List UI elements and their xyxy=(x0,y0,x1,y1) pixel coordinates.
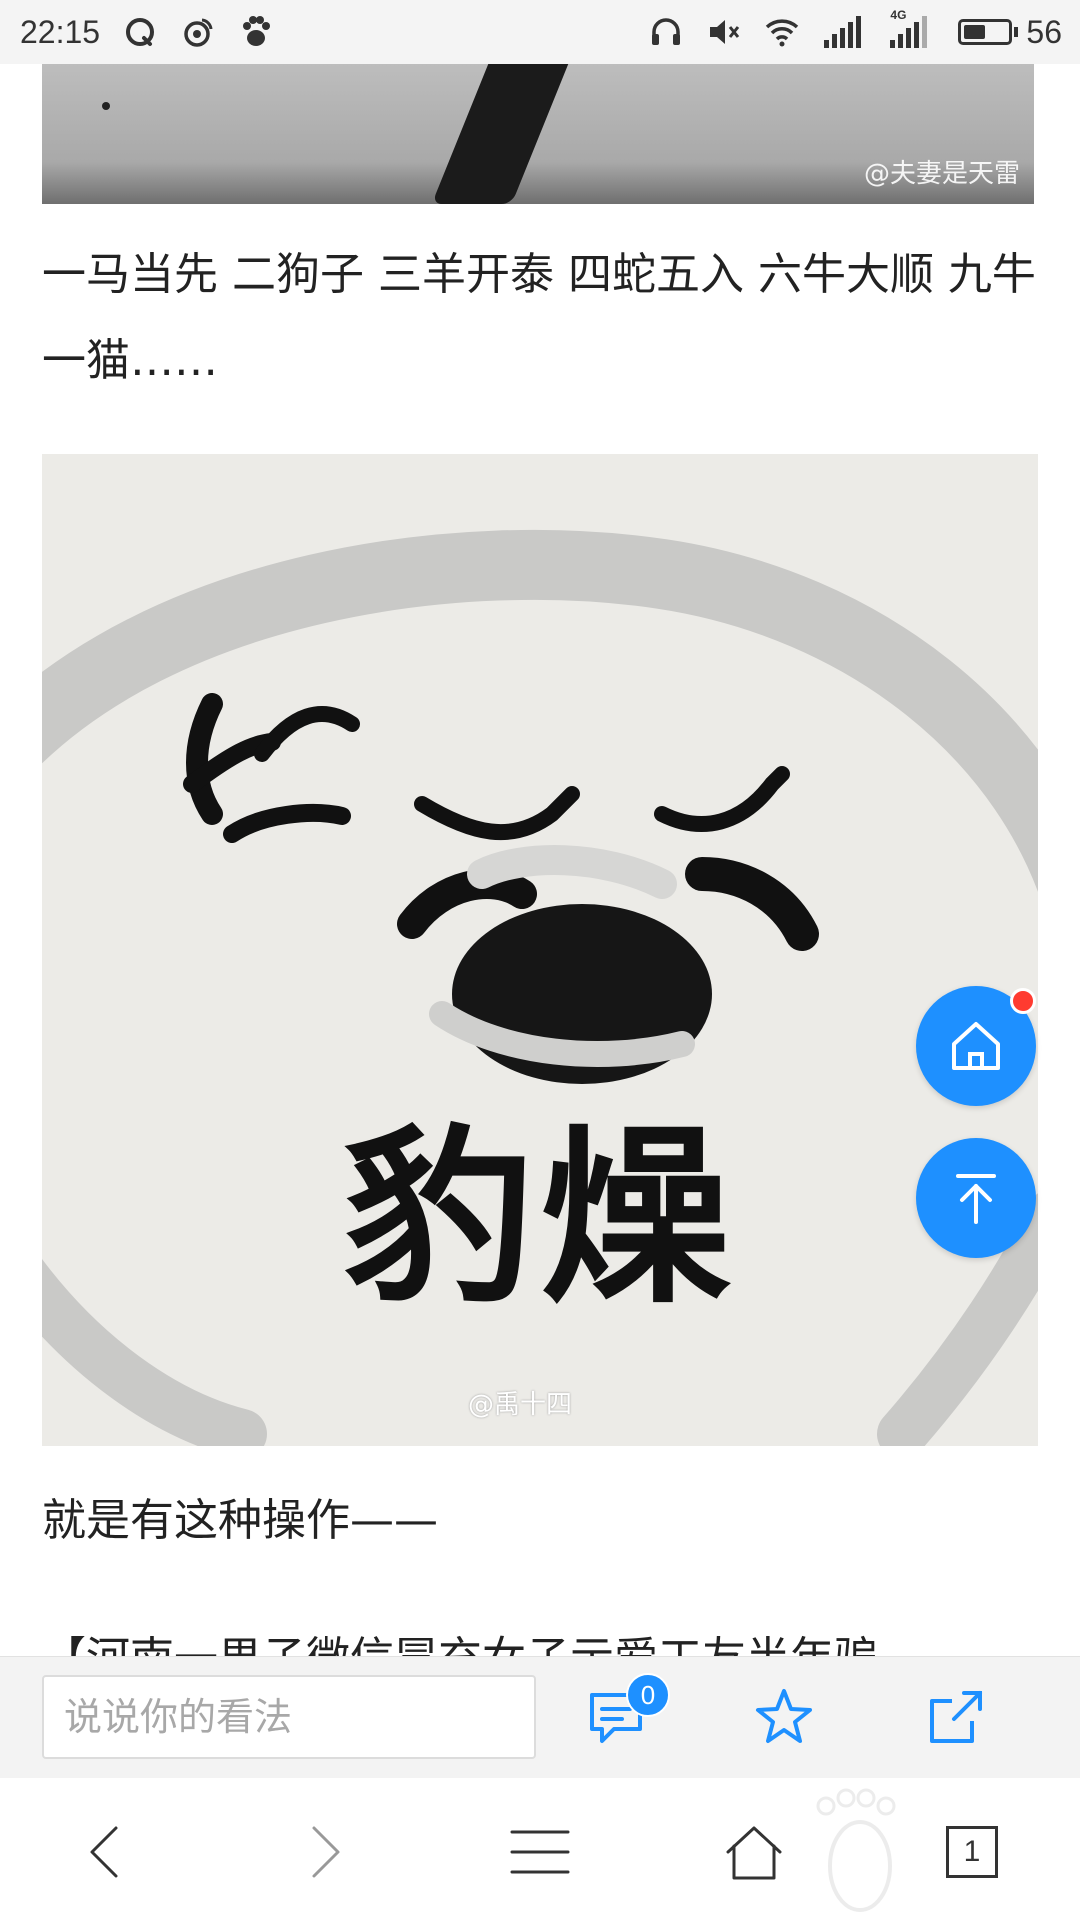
home-icon xyxy=(726,1826,782,1880)
tabs-button[interactable]: 1 xyxy=(932,1812,1012,1892)
image-watermark: @禹十四 xyxy=(468,1390,573,1420)
qq-icon xyxy=(126,18,155,46)
browser-nav-bar: 1 xyxy=(0,1778,1080,1920)
tab-count: 1 xyxy=(963,1835,981,1868)
battery-icon: 56 xyxy=(958,14,1062,51)
comment-count-badge: 0 xyxy=(626,1673,670,1717)
article-heading[interactable]: 【河南一男子微信冒充女子示爱工友半年骗 xyxy=(42,1622,878,1656)
menu-icon xyxy=(510,1830,570,1874)
home-button[interactable] xyxy=(714,1812,794,1892)
image-watermark: @夫妻是天雷 xyxy=(863,159,1020,189)
signal-4g-icon: 4G xyxy=(888,8,936,50)
headphones-icon xyxy=(652,18,681,45)
status-time: 22:15 xyxy=(20,13,101,50)
signal-icon xyxy=(824,16,862,48)
weibo-icon xyxy=(184,18,213,47)
back-icon xyxy=(90,1826,118,1878)
comment-input[interactable]: 说说你的看法 xyxy=(42,1675,536,1759)
home-icon xyxy=(952,1022,1000,1070)
article-image-top[interactable]: @夫妻是天雷 xyxy=(42,64,1034,204)
tabs-icon: 1 xyxy=(946,1826,998,1878)
comment-bar: 说说你的看法 0 xyxy=(0,1656,1080,1780)
forward-icon xyxy=(312,1826,340,1878)
forward-button[interactable] xyxy=(284,1812,364,1892)
arrow-up-icon xyxy=(956,1174,996,1224)
share-icon[interactable] xyxy=(924,1685,988,1749)
floating-home-button[interactable] xyxy=(916,986,1036,1106)
wifi-icon xyxy=(766,19,799,47)
footprint-watermark-icon xyxy=(816,1788,896,1912)
article-content[interactable]: @夫妻是天雷 一马当先 二狗子 三羊开泰 四蛇五入 六牛大顺 九牛一猫…… 豹燥… xyxy=(0,64,1080,1656)
back-button[interactable] xyxy=(66,1812,146,1892)
meme-caption: 豹燥 xyxy=(343,1108,736,1329)
menu-button[interactable] xyxy=(500,1812,580,1892)
notification-dot xyxy=(1010,988,1036,1014)
mute-icon xyxy=(710,20,740,44)
article-paragraph: 一马当先 二狗子 三羊开泰 四蛇五入 六牛大顺 九牛一猫…… xyxy=(42,249,1036,386)
status-bar: 22:15 4G 56 xyxy=(0,0,1080,64)
article-paragraph: 就是有这种操作—— xyxy=(42,1495,438,1546)
meme-image[interactable]: 豹燥 @禹十四 xyxy=(42,454,1038,1446)
baidu-paw-icon xyxy=(243,16,271,46)
battery-level: 56 xyxy=(1026,13,1062,50)
back-to-top-button[interactable] xyxy=(916,1138,1036,1258)
star-icon[interactable] xyxy=(752,1685,816,1749)
